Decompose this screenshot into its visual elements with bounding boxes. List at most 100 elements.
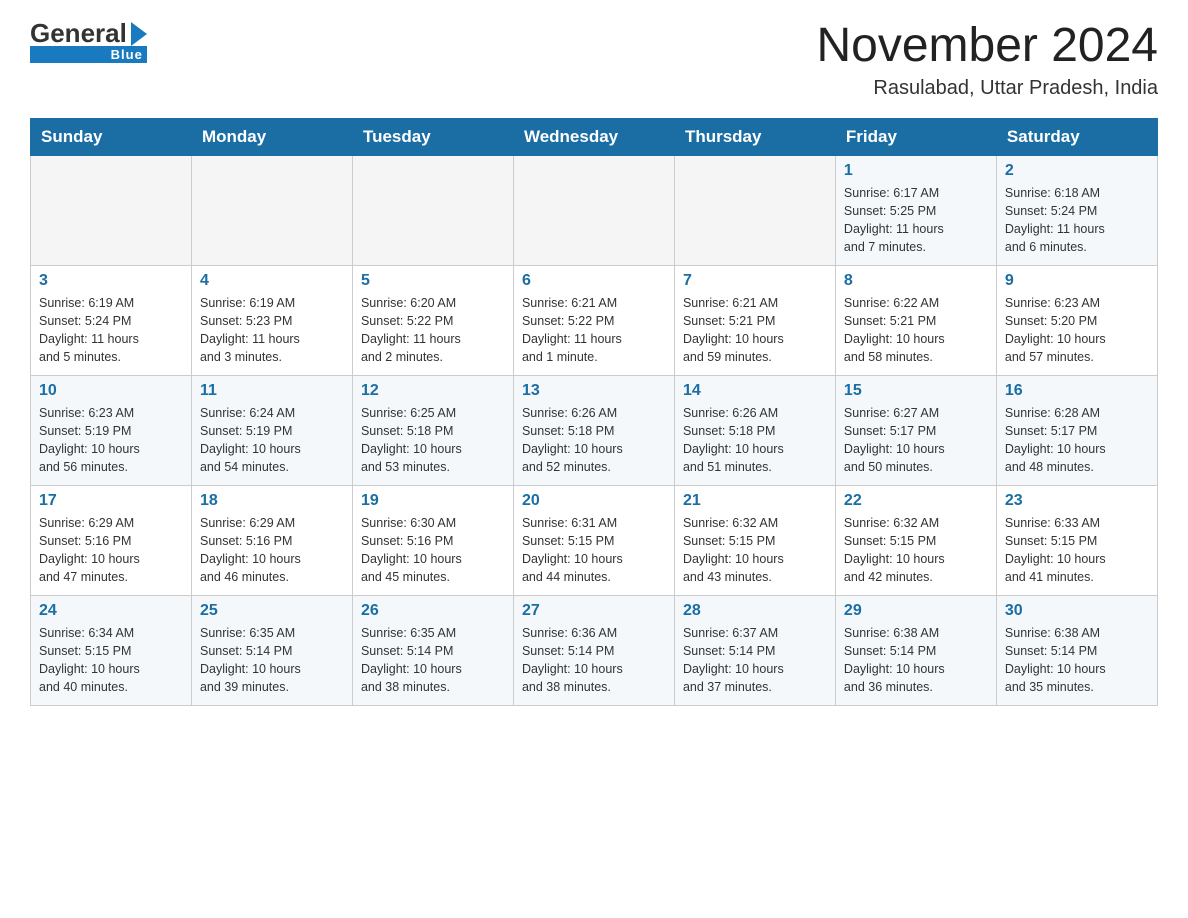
header-day-thursday: Thursday (674, 118, 835, 155)
day-info: Sunrise: 6:35 AM Sunset: 5:14 PM Dayligh… (361, 624, 505, 697)
header-day-sunday: Sunday (31, 118, 192, 155)
title-block: November 2024 Rasulabad, Uttar Pradesh, … (816, 20, 1158, 100)
day-info: Sunrise: 6:21 AM Sunset: 5:21 PM Dayligh… (683, 294, 827, 367)
day-number: 3 (39, 272, 183, 290)
calendar-cell: 5Sunrise: 6:20 AM Sunset: 5:22 PM Daylig… (352, 265, 513, 375)
day-number: 19 (361, 492, 505, 510)
calendar-cell: 3Sunrise: 6:19 AM Sunset: 5:24 PM Daylig… (31, 265, 192, 375)
header-day-saturday: Saturday (996, 118, 1157, 155)
calendar-cell: 19 Sunrise: 6:30 AM Sunset: 5:16 PM Dayli… (352, 485, 513, 595)
day-info: Sunrise: 6:22 AM Sunset: 5:21 PM Dayligh… (844, 294, 988, 367)
day-number: 27 (522, 602, 666, 620)
day-info: Sunrise: 6:36 AM Sunset: 5:14 PM Dayligh… (522, 624, 666, 697)
calendar-cell (674, 155, 835, 265)
logo: General Blue (30, 20, 147, 63)
day-number: 12 (361, 382, 505, 400)
day-number: 21 (683, 492, 827, 510)
day-number: 9 (1005, 272, 1149, 290)
day-info: Sunrise: 6:20 AM Sunset: 5:22 PM Dayligh… (361, 294, 505, 367)
month-title: November 2024 (816, 20, 1158, 73)
day-number: 25 (200, 602, 344, 620)
week-row-4: 17 Sunrise: 6:29 AM Sunset: 5:16 PM Dayli… (31, 485, 1158, 595)
calendar-cell: 26Sunrise: 6:35 AM Sunset: 5:14 PM Dayli… (352, 595, 513, 705)
calendar-cell: 28 Sunrise: 6:37 AM Sunset: 5:14 PM Dayli… (674, 595, 835, 705)
day-number: 14 (683, 382, 827, 400)
calendar-cell: 24 Sunrise: 6:34 AM Sunset: 5:15 PM Dayli… (31, 595, 192, 705)
day-number: 24 (39, 602, 183, 620)
calendar-cell (352, 155, 513, 265)
day-info: Sunrise: 6:33 AM Sunset: 5:15 PM Dayligh… (1005, 514, 1149, 587)
day-number: 8 (844, 272, 988, 290)
calendar-cell: 20 Sunrise: 6:31 AM Sunset: 5:15 PM Dayli… (513, 485, 674, 595)
page-header: General Blue November 2024 Rasulabad, Ut… (30, 20, 1158, 100)
day-number: 7 (683, 272, 827, 290)
day-number: 22 (844, 492, 988, 510)
header-row: SundayMondayTuesdayWednesdayThursdayFrid… (31, 118, 1158, 155)
day-number: 6 (522, 272, 666, 290)
day-number: 28 (683, 602, 827, 620)
day-number: 23 (1005, 492, 1149, 510)
calendar-cell: 1 Sunrise: 6:17 AM Sunset: 5:25 PM Daylig… (835, 155, 996, 265)
week-row-3: 10 Sunrise: 6:23 AM Sunset: 5:19 PM Dayli… (31, 375, 1158, 485)
day-info: Sunrise: 6:17 AM Sunset: 5:25 PM Dayligh… (844, 184, 988, 257)
calendar-cell: 11Sunrise: 6:24 AM Sunset: 5:19 PM Dayli… (191, 375, 352, 485)
calendar-cell: 10 Sunrise: 6:23 AM Sunset: 5:19 PM Dayli… (31, 375, 192, 485)
calendar-cell: 2Sunrise: 6:18 AM Sunset: 5:24 PM Daylig… (996, 155, 1157, 265)
day-number: 20 (522, 492, 666, 510)
day-info: Sunrise: 6:23 AM Sunset: 5:19 PM Dayligh… (39, 404, 183, 477)
calendar-header: SundayMondayTuesdayWednesdayThursdayFrid… (31, 118, 1158, 155)
calendar-table: SundayMondayTuesdayWednesdayThursdayFrid… (30, 118, 1158, 706)
calendar-cell: 30 Sunrise: 6:38 AM Sunset: 5:14 PM Dayli… (996, 595, 1157, 705)
logo-arrow-icon (131, 22, 147, 46)
day-number: 30 (1005, 602, 1149, 620)
calendar-cell: 6 Sunrise: 6:21 AM Sunset: 5:22 PM Daylig… (513, 265, 674, 375)
calendar-cell: 8 Sunrise: 6:22 AM Sunset: 5:21 PM Daylig… (835, 265, 996, 375)
calendar-cell: 25 Sunrise: 6:35 AM Sunset: 5:14 PM Dayli… (191, 595, 352, 705)
day-info: Sunrise: 6:21 AM Sunset: 5:22 PM Dayligh… (522, 294, 666, 367)
header-day-friday: Friday (835, 118, 996, 155)
calendar-cell: 9 Sunrise: 6:23 AM Sunset: 5:20 PM Daylig… (996, 265, 1157, 375)
day-info: Sunrise: 6:32 AM Sunset: 5:15 PM Dayligh… (844, 514, 988, 587)
calendar-cell: 7 Sunrise: 6:21 AM Sunset: 5:21 PM Daylig… (674, 265, 835, 375)
day-number: 11 (200, 382, 344, 400)
calendar-cell (513, 155, 674, 265)
location: Rasulabad, Uttar Pradesh, India (816, 77, 1158, 100)
calendar-cell: 14 Sunrise: 6:26 AM Sunset: 5:18 PM Dayli… (674, 375, 835, 485)
calendar-cell: 23 Sunrise: 6:33 AM Sunset: 5:15 PM Dayli… (996, 485, 1157, 595)
day-number: 4 (200, 272, 344, 290)
day-number: 10 (39, 382, 183, 400)
calendar-cell: 12 Sunrise: 6:25 AM Sunset: 5:18 PM Dayli… (352, 375, 513, 485)
week-row-1: 1 Sunrise: 6:17 AM Sunset: 5:25 PM Daylig… (31, 155, 1158, 265)
day-info: Sunrise: 6:18 AM Sunset: 5:24 PM Dayligh… (1005, 184, 1149, 257)
calendar-cell: 17Sunrise: 6:29 AM Sunset: 5:16 PM Dayli… (31, 485, 192, 595)
calendar-cell: 4Sunrise: 6:19 AM Sunset: 5:23 PM Daylig… (191, 265, 352, 375)
day-info: Sunrise: 6:25 AM Sunset: 5:18 PM Dayligh… (361, 404, 505, 477)
day-number: 16 (1005, 382, 1149, 400)
calendar-cell: 13Sunrise: 6:26 AM Sunset: 5:18 PM Dayli… (513, 375, 674, 485)
calendar-cell: 29Sunrise: 6:38 AM Sunset: 5:14 PM Dayli… (835, 595, 996, 705)
day-number: 1 (844, 162, 988, 180)
day-number: 18 (200, 492, 344, 510)
logo-blue-text: Blue (30, 46, 147, 63)
week-row-5: 24 Sunrise: 6:34 AM Sunset: 5:15 PM Dayli… (31, 595, 1158, 705)
calendar-cell: 27 Sunrise: 6:36 AM Sunset: 5:14 PM Dayli… (513, 595, 674, 705)
day-info: Sunrise: 6:28 AM Sunset: 5:17 PM Dayligh… (1005, 404, 1149, 477)
day-info: Sunrise: 6:29 AM Sunset: 5:16 PM Dayligh… (200, 514, 344, 587)
day-info: Sunrise: 6:32 AM Sunset: 5:15 PM Dayligh… (683, 514, 827, 587)
day-info: Sunrise: 6:23 AM Sunset: 5:20 PM Dayligh… (1005, 294, 1149, 367)
calendar-cell: 21 Sunrise: 6:32 AM Sunset: 5:15 PM Dayli… (674, 485, 835, 595)
logo-general: General (30, 20, 127, 46)
day-info: Sunrise: 6:27 AM Sunset: 5:17 PM Dayligh… (844, 404, 988, 477)
day-number: 15 (844, 382, 988, 400)
header-day-wednesday: Wednesday (513, 118, 674, 155)
day-info: Sunrise: 6:35 AM Sunset: 5:14 PM Dayligh… (200, 624, 344, 697)
day-info: Sunrise: 6:38 AM Sunset: 5:14 PM Dayligh… (1005, 624, 1149, 697)
day-number: 17 (39, 492, 183, 510)
day-info: Sunrise: 6:30 AM Sunset: 5:16 PM Dayligh… (361, 514, 505, 587)
day-info: Sunrise: 6:26 AM Sunset: 5:18 PM Dayligh… (683, 404, 827, 477)
day-info: Sunrise: 6:37 AM Sunset: 5:14 PM Dayligh… (683, 624, 827, 697)
day-info: Sunrise: 6:34 AM Sunset: 5:15 PM Dayligh… (39, 624, 183, 697)
day-info: Sunrise: 6:31 AM Sunset: 5:15 PM Dayligh… (522, 514, 666, 587)
day-number: 29 (844, 602, 988, 620)
week-row-2: 3Sunrise: 6:19 AM Sunset: 5:24 PM Daylig… (31, 265, 1158, 375)
